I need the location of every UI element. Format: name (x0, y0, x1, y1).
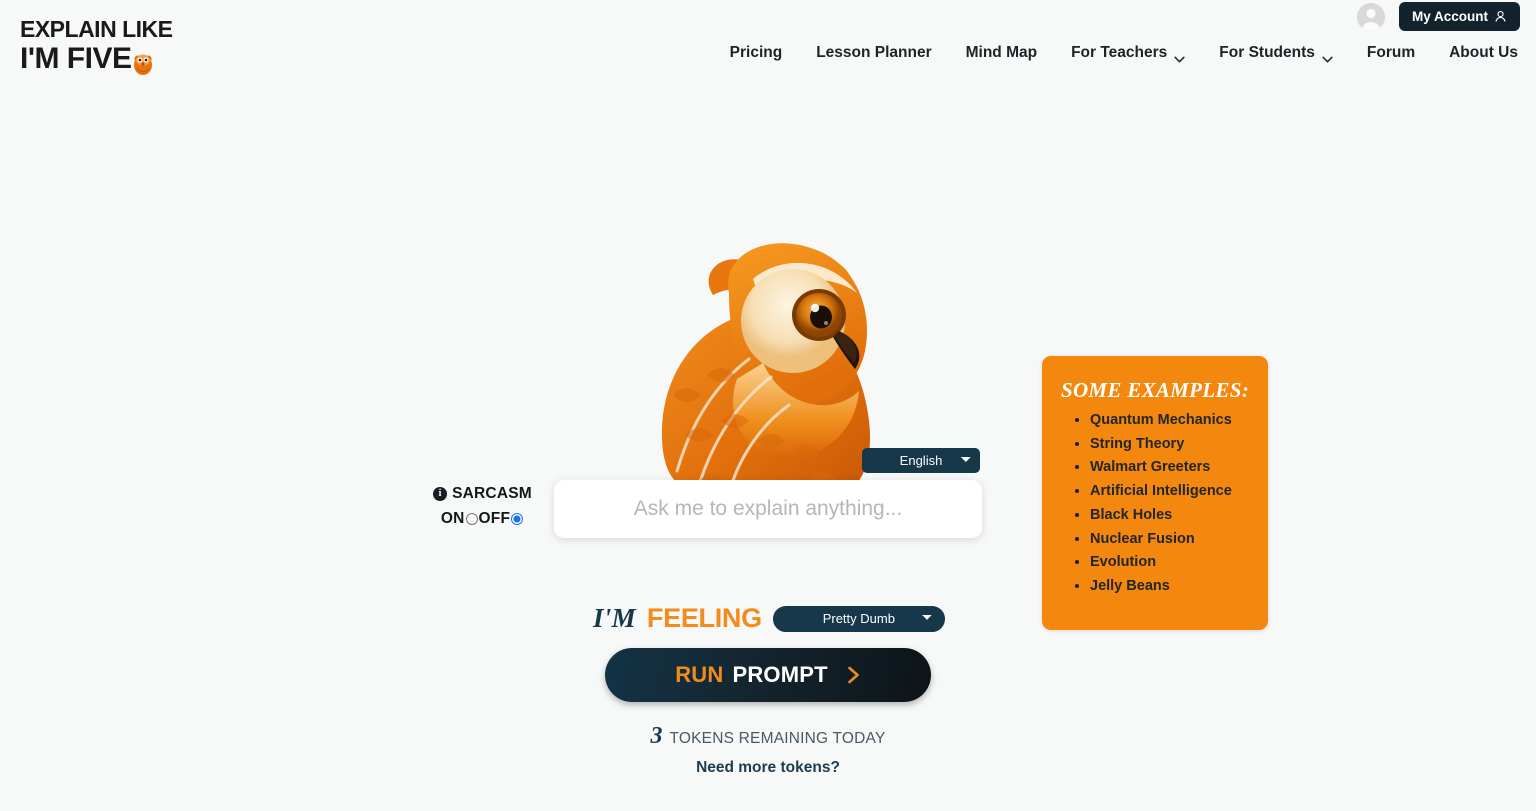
chevron-down-icon (1174, 50, 1185, 63)
nav-item-for-teachers[interactable]: For Teachers (1054, 44, 1202, 63)
nav-item-mind-map[interactable]: Mind Map (949, 44, 1054, 62)
need-more-tokens-label: Need more tokens? (696, 759, 840, 776)
logo-line-two: I'M FIVE (20, 42, 220, 76)
run-word: RUN (675, 662, 724, 687)
owl-icon (132, 51, 154, 76)
nav-label: Mind Map (965, 44, 1038, 61)
sarcasm-options: ON OFF (420, 510, 545, 528)
feeling-select[interactable]: Pretty Dumb (772, 605, 945, 632)
language-select[interactable]: English (862, 448, 980, 473)
list-item[interactable]: Quantum Mechanics (1090, 412, 1256, 428)
sarcasm-off-radio[interactable] (511, 513, 524, 525)
nav-label: For Teachers (1071, 44, 1168, 61)
nav-label: About Us (1449, 44, 1518, 61)
sarcasm-label: SARCASM (452, 485, 532, 502)
tokens-remaining: 3 TOKENS REMAINING TODAY (0, 723, 1536, 750)
my-account-label: My Account (1411, 9, 1488, 24)
account-area: My Account (1356, 2, 1520, 31)
my-account-button[interactable]: My Account (1398, 2, 1520, 31)
tokens-count: 3 (650, 723, 663, 749)
avatar-icon (1356, 2, 1385, 31)
examples-title: SOME EXAMPLES: (1060, 378, 1249, 402)
feeling-row: I'M FEELING Pretty Dumb (593, 603, 945, 634)
nav-item-for-students[interactable]: For Students (1202, 44, 1350, 63)
prompt-word: PROMPT (732, 662, 828, 687)
nav-label: For Students (1219, 44, 1315, 61)
nav-item-about-us[interactable]: About Us (1432, 44, 1520, 62)
avatar[interactable] (1356, 2, 1385, 31)
nav-label: Lesson Planner (816, 44, 932, 61)
sarcasm-off-label: OFF (478, 510, 511, 527)
need-more-tokens-link[interactable]: Need more tokens? (0, 759, 1536, 777)
list-item[interactable]: Walmart Greeters (1090, 460, 1256, 475)
ask-input[interactable] (554, 480, 982, 538)
list-item[interactable]: Jelly Beans (1090, 578, 1256, 594)
list-item[interactable]: String Theory (1090, 436, 1256, 452)
chevron-right-icon (846, 665, 861, 685)
site-logo[interactable]: EXPLAIN LIKE I'M FIVE (20, 16, 220, 76)
person-icon (1495, 10, 1506, 22)
list-item[interactable]: Evolution (1090, 555, 1256, 570)
sarcasm-on-radio[interactable] (465, 513, 478, 525)
list-item[interactable]: Artificial Intelligence (1090, 483, 1256, 499)
main-stage: English i SARCASM ON OFF I'M FEELING Pre… (0, 92, 1536, 811)
run-prompt-button[interactable]: RUN PROMPT (605, 648, 931, 702)
nav-label: Forum (1366, 44, 1416, 61)
logo-line-two-text: I'M FIVE (20, 42, 132, 75)
examples-panel: SOME EXAMPLES: Quantum Mechanics String … (1042, 356, 1268, 630)
chevron-down-icon (1322, 50, 1333, 63)
info-icon[interactable]: i (433, 487, 448, 501)
main-navigation: Pricing Lesson Planner Mind Map For Teac… (713, 44, 1520, 63)
tokens-text: TOKENS REMAINING TODAY (669, 730, 886, 747)
sarcasm-on-label: ON (440, 510, 465, 527)
list-item[interactable]: Black Holes (1090, 507, 1256, 523)
nav-item-forum[interactable]: Forum (1350, 44, 1432, 62)
owl-mascot-icon (633, 235, 889, 495)
logo-line-one: EXPLAIN LIKE (20, 16, 173, 42)
sarcasm-control: i SARCASM ON OFF (420, 485, 545, 528)
examples-list: Quantum Mechanics String Theory Walmart … (1054, 412, 1256, 594)
nav-label: Pricing (729, 44, 783, 61)
nav-item-pricing[interactable]: Pricing (713, 44, 800, 62)
nav-item-lesson-planner[interactable]: Lesson Planner (799, 44, 948, 62)
site-header: EXPLAIN LIKE I'M FIVE My Account Pricing… (0, 0, 1536, 92)
feeling-prefix: I'M (593, 603, 636, 633)
sarcasm-title: i SARCASM (420, 485, 545, 503)
list-item[interactable]: Nuclear Fusion (1090, 531, 1256, 547)
feeling-word: FEELING (646, 603, 762, 633)
